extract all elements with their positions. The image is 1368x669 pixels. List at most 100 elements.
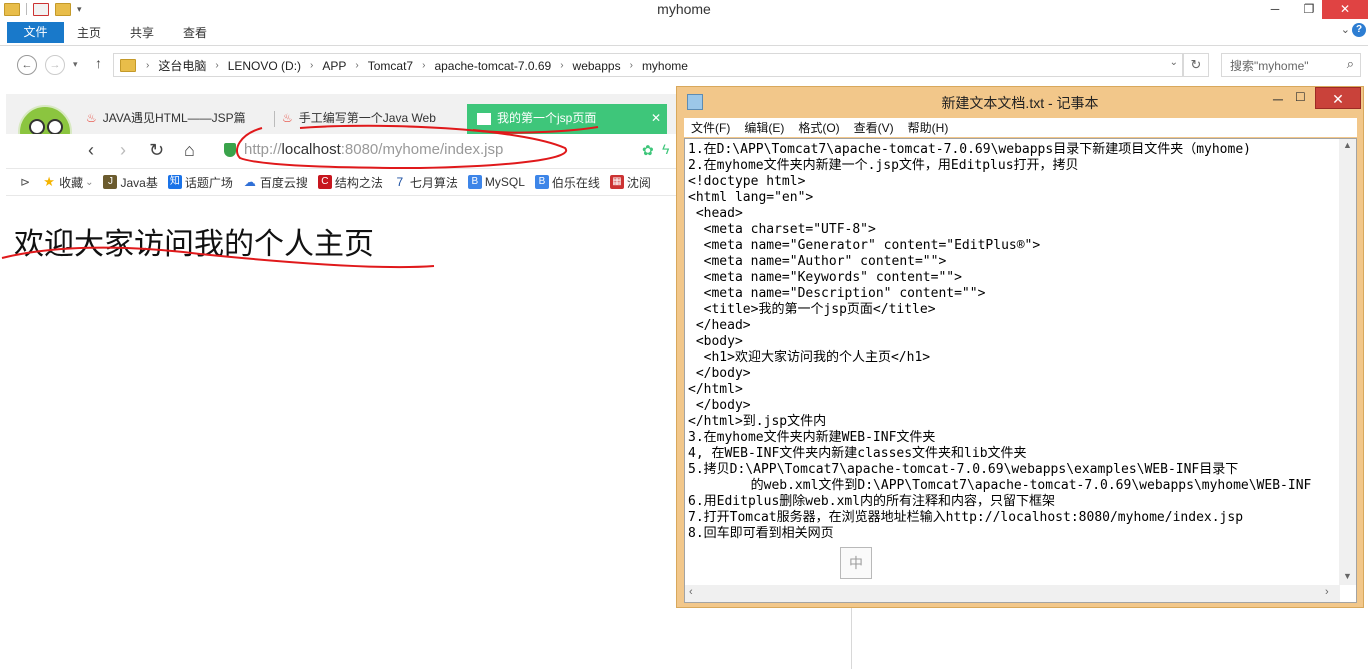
breadcrumb-item[interactable]: APP: [322, 59, 346, 73]
menu-format[interactable]: 格式(O): [798, 119, 839, 136]
sidebar-toggle-icon[interactable]: ⊳: [20, 175, 30, 189]
notepad-line: <head>: [688, 206, 743, 221]
breadcrumb-item[interactable]: apache-tomcat-7.0.69: [434, 59, 551, 73]
bookmark-item[interactable]: J Java基: [103, 174, 158, 191]
breadcrumb-item[interactable]: webapps: [573, 59, 621, 73]
explorer-title-bar: ▾ myhome ─ ❐ ✕: [0, 0, 1368, 20]
minimize-button[interactable]: ─: [1258, 0, 1292, 19]
notepad-line: 1.在D:\APP\Tomcat7\apache-tomcat-7.0.69\w…: [688, 142, 1251, 157]
scroll-up-icon[interactable]: ▲: [1343, 140, 1352, 150]
forward-button[interactable]: →: [45, 55, 65, 75]
page-icon: [477, 112, 491, 125]
notepad-line: <h1>欢迎大家访问我的个人主页</h1>: [688, 350, 931, 365]
divider: [851, 600, 852, 669]
java-icon: J: [103, 175, 118, 189]
address-bar[interactable]: › 这台电脑 › LENOVO (D:) › APP › Tomcat7 › a…: [113, 53, 1183, 77]
notepad-line: <meta name="Description" content="">: [688, 286, 986, 301]
browser-tab[interactable]: ♨ 手工编写第一个Java Web: [282, 104, 466, 134]
app-icon: ▦: [609, 175, 624, 189]
restore-button[interactable]: ❐: [1292, 0, 1326, 19]
address-dropdown-icon[interactable]: ⌄: [1170, 57, 1178, 68]
notepad-line: <html lang="en">: [688, 190, 814, 205]
reload-icon[interactable]: ↻: [149, 141, 164, 159]
notepad-line: 的web.xml文件到D:\APP\Tomcat7\apache-tomcat-…: [688, 478, 1312, 493]
breadcrumb-item[interactable]: 这台电脑: [158, 57, 206, 74]
menu-view[interactable]: 查看(V): [854, 119, 894, 136]
tab-share[interactable]: 共享: [130, 23, 154, 43]
menu-edit[interactable]: 编辑(E): [744, 119, 784, 136]
help-icon[interactable]: ?: [1352, 23, 1366, 37]
page-heading: 欢迎大家访问我的个人主页: [14, 227, 374, 262]
bookmark-item[interactable]: B MySQL: [467, 175, 525, 189]
seven-icon: 7: [396, 175, 404, 189]
menu-help[interactable]: 帮助(H): [908, 119, 949, 136]
scroll-right-icon[interactable]: ›: [1325, 586, 1329, 598]
bookmark-item[interactable]: ▦ 沈阅: [609, 174, 651, 191]
scroll-down-icon[interactable]: ▼: [1343, 571, 1352, 581]
forward-icon[interactable]: ›: [120, 141, 126, 159]
blog-icon: B: [467, 175, 482, 189]
close-tab-icon[interactable]: ✕: [651, 104, 661, 132]
minimize-button[interactable]: ─: [1273, 91, 1283, 107]
menu-file[interactable]: 文件(F): [691, 119, 730, 136]
recent-locations-icon[interactable]: ▾: [73, 59, 78, 70]
extension-icon[interactable]: ✿: [642, 142, 654, 159]
fire-icon: ♨: [282, 111, 293, 125]
back-button[interactable]: ←: [17, 55, 37, 75]
security-shield-icon: [224, 143, 236, 157]
close-button[interactable]: ✕: [1322, 0, 1368, 19]
refresh-button[interactable]: ↻: [1183, 53, 1209, 77]
bookmark-item[interactable]: ★ 收藏 ⌄: [42, 174, 93, 191]
bookmark-item[interactable]: B 伯乐在线: [534, 174, 600, 191]
url-text: http://localhost:8080/myhome/index.jsp: [244, 141, 504, 158]
notepad-line: <meta charset="UTF-8">: [688, 222, 876, 237]
notepad-line: <body>: [688, 334, 743, 349]
bookmark-item[interactable]: 7 七月算法: [393, 174, 458, 191]
notepad-line: 4, 在WEB-INF文件夹内新建classes文件夹和lib文件夹: [688, 446, 1027, 461]
breadcrumb-item[interactable]: LENOVO (D:): [228, 59, 301, 73]
notepad-line: </head>: [688, 318, 751, 333]
notepad-line: </html>到.jsp文件内: [688, 414, 827, 429]
back-icon[interactable]: ‹: [88, 141, 94, 159]
scroll-left-icon[interactable]: ‹: [689, 586, 693, 598]
csdn-icon: C: [317, 175, 332, 189]
vertical-scrollbar[interactable]: ▲ ▼: [1339, 139, 1356, 585]
browser-tab-active[interactable]: 我的第一个jsp页面 ✕: [467, 104, 667, 134]
browser-tab[interactable]: ♨ JAVA遇见HTML——JSP篇: [86, 104, 272, 134]
url-bar[interactable]: http://localhost:8080/myhome/index.jsp ✿…: [222, 140, 672, 162]
browser-window: ♨ JAVA遇见HTML——JSP篇 ♨ 手工编写第一个Java Web 我的第一个…: [6, 94, 676, 669]
home-icon[interactable]: ⌂: [184, 141, 195, 159]
notepad-text-area[interactable]: 1.在D:\APP\Tomcat7\apache-tomcat-7.0.69\w…: [684, 138, 1357, 603]
speed-mode-icon[interactable]: ϟ: [662, 141, 669, 157]
blog-icon: B: [534, 175, 549, 189]
maximize-button[interactable]: ☐: [1295, 90, 1306, 104]
bookmark-item[interactable]: C 结构之法: [317, 174, 383, 191]
bookmark-item[interactable]: ☁ 百度云搜: [243, 174, 308, 191]
window-title: myhome: [657, 1, 711, 17]
tab-view[interactable]: 查看: [183, 23, 207, 43]
address-row: ← → ▾ ↑ › 这台电脑 › LENOVO (D:) › APP › Tom…: [0, 46, 1368, 82]
breadcrumb: › 这台电脑 › LENOVO (D:) › APP › Tomcat7 › a…: [120, 57, 688, 74]
ime-indicator[interactable]: 中: [840, 547, 872, 579]
notepad-title: 新建文本文档.txt - 记事本: [941, 95, 1099, 111]
tab-file[interactable]: 文件: [7, 22, 64, 43]
notepad-content: 1.在D:\APP\Tomcat7\apache-tomcat-7.0.69\w…: [688, 142, 1338, 542]
breadcrumb-item[interactable]: myhome: [642, 59, 688, 73]
search-placeholder: 搜索"myhome": [1230, 59, 1309, 73]
tab-home[interactable]: 主页: [77, 23, 101, 43]
bookmark-item[interactable]: 知话题广场: [167, 174, 233, 191]
up-button[interactable]: ↑: [95, 55, 102, 71]
breadcrumb-item[interactable]: Tomcat7: [368, 59, 413, 73]
search-input[interactable]: 搜索"myhome" ⌕: [1221, 53, 1361, 77]
notepad-line: 3.在myhome文件夹内新建WEB-INF文件夹: [688, 430, 936, 445]
zhihu-icon: 知: [167, 175, 182, 189]
close-button[interactable]: ✕: [1315, 87, 1361, 109]
notepad-line: 6.用Editplus删除web.xml内的所有注释和内容，只留下框架: [688, 494, 1056, 509]
notepad-line: </body>: [688, 398, 751, 413]
notepad-line: </body>: [688, 366, 751, 381]
notepad-menu-bar: 文件(F) 编辑(E) 格式(O) 查看(V) 帮助(H): [684, 118, 1357, 137]
notepad-line: </html>: [688, 382, 743, 397]
notepad-line: <!doctype html>: [688, 174, 806, 189]
chevron-down-icon[interactable]: ⌄: [1341, 23, 1350, 36]
horizontal-scrollbar[interactable]: ‹ ›: [685, 585, 1340, 602]
